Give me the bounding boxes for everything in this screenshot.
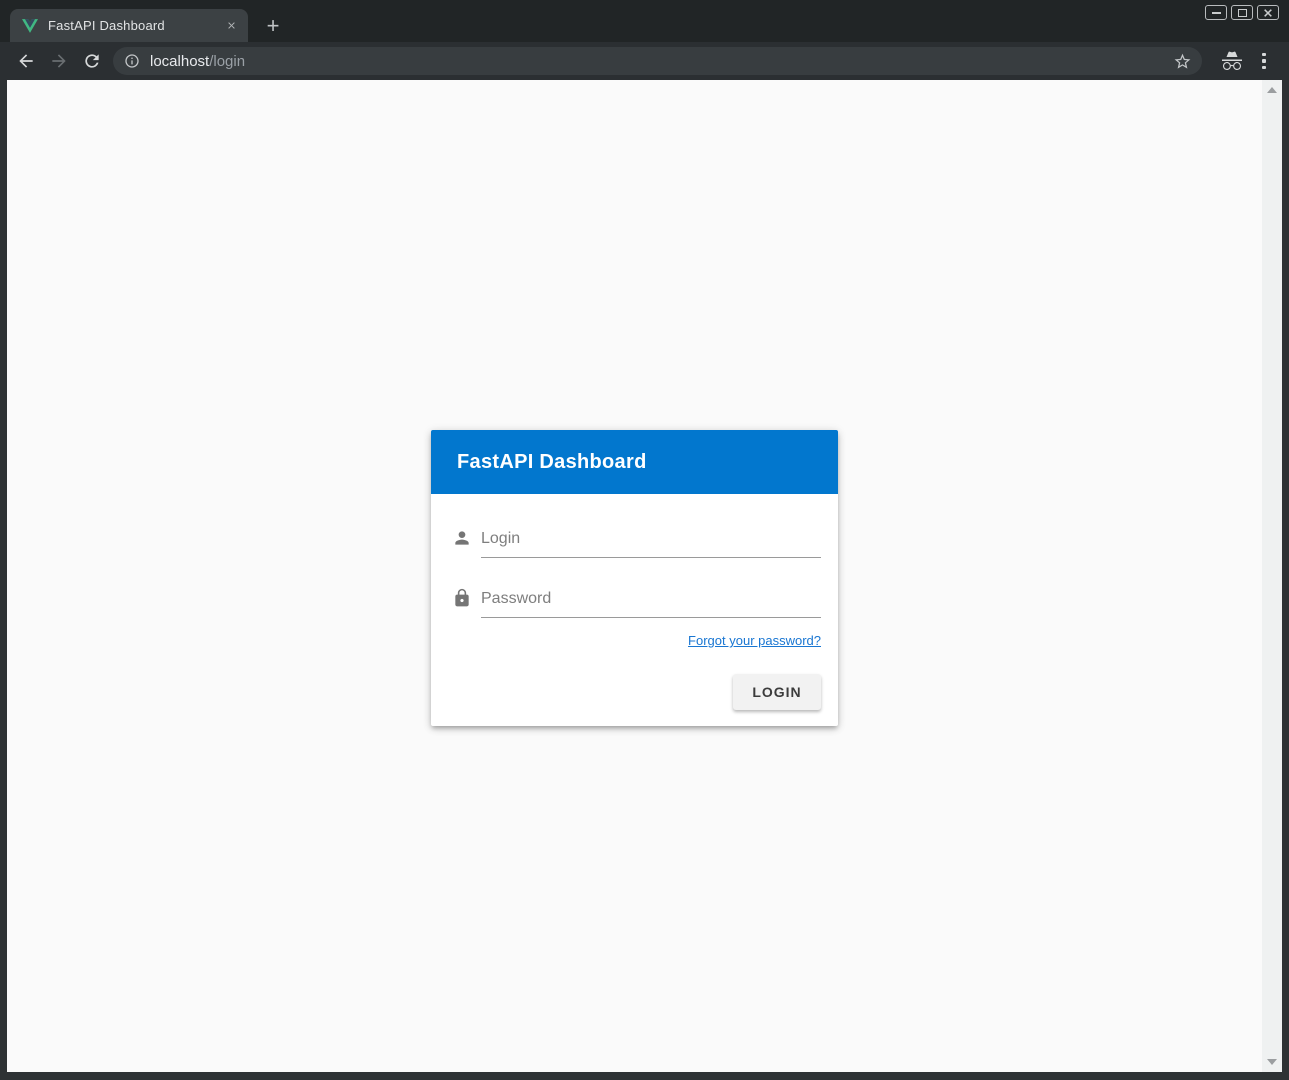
forgot-password-row: Forgot your password? <box>452 632 821 650</box>
tab-close-icon[interactable] <box>222 17 240 35</box>
login-card-header: FastAPI Dashboard <box>431 430 838 494</box>
login-page: FastAPI Dashboard <box>7 80 1262 1072</box>
minimize-icon <box>1212 12 1221 14</box>
login-button[interactable]: LOGIN <box>733 674 821 710</box>
page-info-icon[interactable] <box>124 53 140 69</box>
arrow-left-icon <box>16 51 36 71</box>
window-minimize-button[interactable] <box>1205 5 1227 20</box>
page-viewport: FastAPI Dashboard <box>7 80 1282 1072</box>
login-card-title: FastAPI Dashboard <box>457 451 647 474</box>
url-host: localhost <box>150 53 209 70</box>
login-card-body: Forgot your password? LOGIN <box>431 494 838 726</box>
tab-bar: FastAPI Dashboard + <box>0 0 1289 42</box>
new-tab-button[interactable]: + <box>260 13 286 39</box>
bookmark-star-icon[interactable] <box>1173 52 1192 71</box>
forgot-password-link[interactable]: Forgot your password? <box>688 633 821 648</box>
password-field-row <box>452 588 821 618</box>
scroll-up-arrow-icon[interactable] <box>1267 87 1277 93</box>
incognito-icon <box>1220 49 1244 73</box>
url-path: /login <box>209 53 245 70</box>
person-icon <box>452 528 472 548</box>
window-maximize-button[interactable] <box>1231 5 1253 20</box>
refresh-icon <box>82 51 102 71</box>
password-input[interactable] <box>481 590 821 618</box>
back-button[interactable] <box>14 49 38 73</box>
login-field-row <box>452 528 821 558</box>
lock-icon <box>452 588 472 608</box>
card-actions: LOGIN <box>452 674 821 716</box>
vue-logo-icon <box>22 18 38 34</box>
reload-button[interactable] <box>80 49 104 73</box>
tab-fastapi-dashboard[interactable]: FastAPI Dashboard <box>10 9 248 42</box>
arrow-right-icon <box>49 51 69 71</box>
login-card: FastAPI Dashboard <box>431 430 838 726</box>
window-controls <box>1205 5 1279 20</box>
browser-menu-button[interactable] <box>1256 49 1272 73</box>
login-input[interactable] <box>481 530 821 558</box>
maximize-icon <box>1238 9 1247 17</box>
close-icon <box>1263 8 1273 18</box>
browser-window: FastAPI Dashboard + localhost/login <box>0 0 1289 1080</box>
tab-title: FastAPI Dashboard <box>48 18 222 33</box>
page-scrollbar[interactable] <box>1262 80 1282 1072</box>
address-bar[interactable]: localhost/login <box>113 47 1202 75</box>
scroll-down-arrow-icon[interactable] <box>1267 1059 1277 1065</box>
forward-button[interactable] <box>47 49 71 73</box>
window-close-button[interactable] <box>1257 5 1279 20</box>
url-text: localhost/login <box>150 53 1173 70</box>
